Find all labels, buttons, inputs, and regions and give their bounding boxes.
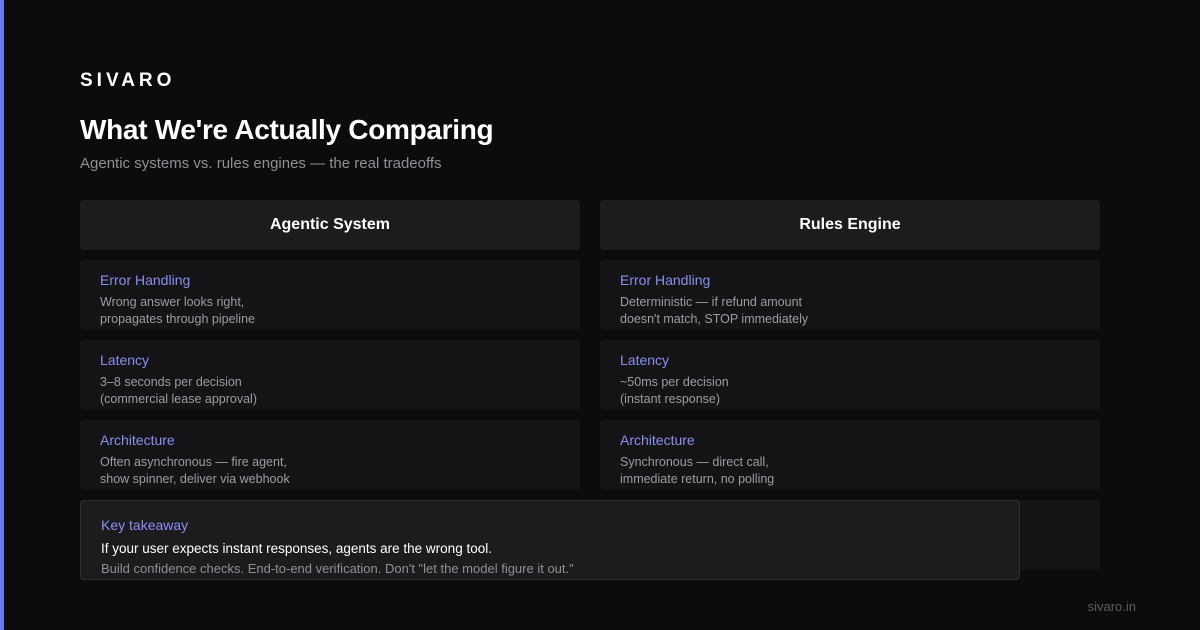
- takeaway-main-text: If your user expects instant responses, …: [101, 541, 492, 556]
- page-title: What We're Actually Comparing: [80, 114, 494, 145]
- card-body-line: ~50ms per decision: [620, 375, 729, 389]
- card-body-line: Synchronous — direct call,: [620, 455, 769, 469]
- card-label: Architecture: [620, 432, 695, 448]
- brand-logo: SIVARO: [80, 70, 176, 91]
- footer-url[interactable]: sivaro.in: [1088, 599, 1136, 614]
- key-takeaway-panel: Key takeaway If your user expects instan…: [80, 500, 1020, 580]
- column-header-rules: Rules Engine: [600, 200, 1100, 250]
- card-rules-latency: Latency ~50ms per decision (instant resp…: [600, 340, 1100, 410]
- card-body: Wrong answer looks right, propagates thr…: [100, 294, 560, 328]
- card-body-line: immediate return, no polling: [620, 472, 775, 486]
- card-body-line: doesn't match, STOP immediately: [620, 312, 809, 326]
- card-body: Often asynchronous — fire agent, show sp…: [100, 454, 560, 488]
- card-label: Latency: [100, 352, 150, 368]
- card-label: Error Handling: [620, 272, 711, 288]
- column-header-agentic: Agentic System: [80, 200, 580, 250]
- card-label: Architecture: [100, 432, 175, 448]
- card-agentic-architecture: Architecture Often asynchronous — fire a…: [80, 420, 580, 490]
- card-body-line: propagates through pipeline: [100, 312, 255, 326]
- card-body: ~50ms per decision (instant response): [620, 374, 1080, 408]
- card-body-line: show spinner, deliver via webhook: [100, 472, 290, 486]
- card-rules-error-handling: Error Handling Deterministic — if refund…: [600, 260, 1100, 330]
- card-body: Synchronous — direct call, immediate ret…: [620, 454, 1080, 488]
- card-body-line: (commercial lease approval): [100, 392, 258, 406]
- card-body: Deterministic — if refund amount doesn't…: [620, 294, 1080, 328]
- card-agentic-latency: Latency 3–8 seconds per decision (commer…: [80, 340, 580, 410]
- accent-bar: [0, 0, 4, 630]
- card-body-line: Wrong answer looks right,: [100, 295, 245, 309]
- card-body-line: Deterministic — if refund amount: [620, 295, 803, 309]
- takeaway-sub-text: Build confidence checks. End-to-end veri…: [101, 561, 574, 576]
- card-agentic-error-handling: Error Handling Wrong answer looks right,…: [80, 260, 580, 330]
- card-label: Latency: [620, 352, 670, 368]
- page-subtitle: Agentic systems vs. rules engines — the …: [80, 155, 442, 172]
- card-body: 3–8 seconds per decision (commercial lea…: [100, 374, 560, 408]
- card-body-line: (instant response): [620, 392, 721, 406]
- takeaway-label: Key takeaway: [101, 517, 189, 533]
- card-body-line: Often asynchronous — fire agent,: [100, 455, 287, 469]
- card-rules-architecture: Architecture Synchronous — direct call, …: [600, 420, 1100, 490]
- card-body-line: 3–8 seconds per decision: [100, 375, 242, 389]
- card-label: Error Handling: [100, 272, 191, 288]
